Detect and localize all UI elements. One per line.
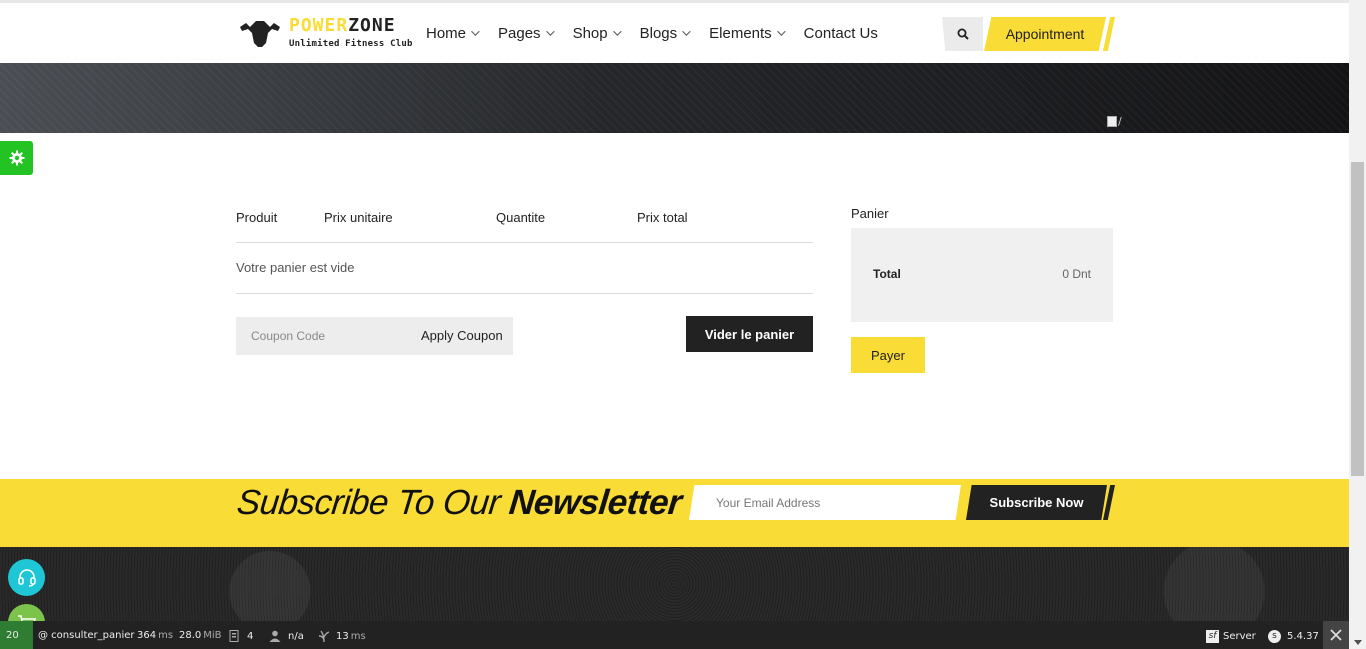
server-label: Server [1223, 631, 1256, 642]
footer-background [0, 547, 1349, 621]
logo[interactable]: POWERZONE Unlimited Fitness Club [236, 15, 412, 55]
chevron-down-icon [612, 27, 622, 36]
page: POWERZONE Unlimited Fitness Club Home Pa… [0, 0, 1366, 649]
scroll-down-arrow-icon[interactable] [1354, 640, 1362, 645]
subscribe-button[interactable]: Subscribe Now [966, 485, 1107, 520]
logo-tagline: Unlimited Fitness Club [289, 39, 413, 49]
newsletter-title: Subscribe To Our Newsletter [235, 483, 684, 523]
nav-item-elements[interactable]: Elements [709, 23, 786, 43]
cart-summary-box: Total 0 Dnt [851, 228, 1113, 322]
server-info[interactable]: sf Server [1206, 630, 1256, 643]
symfony-logo-icon: s [1268, 630, 1281, 643]
symfony-flex-icon: sf [1206, 630, 1219, 643]
pay-button[interactable]: Payer [851, 337, 925, 373]
page-scrollbar[interactable] [1349, 0, 1366, 649]
memory-value: 28.0 [179, 630, 202, 641]
render-time-unit: ms [350, 630, 366, 642]
site-header: POWERZONE Unlimited Fitness Club Home Pa… [0, 0, 1349, 63]
nav-item-pages[interactable]: Pages [498, 23, 555, 43]
request-time[interactable]: 364 ms [137, 630, 173, 641]
chevron-down-icon [471, 27, 480, 36]
total-value: 0 Dnt [1062, 267, 1091, 281]
newsletter-title-bold: Newsletter [507, 483, 684, 522]
security-user[interactable]: n/a [269, 630, 304, 642]
bodybuilder-logo-icon [240, 21, 280, 47]
chevron-down-icon [545, 27, 555, 36]
nav-label: Elements [709, 24, 772, 42]
column-header-total-price: Prix total [637, 210, 688, 225]
twig-icon [319, 630, 330, 642]
newsletter-email-wrap [689, 485, 961, 520]
status-code: 20 [6, 630, 19, 641]
twig-render-time[interactable]: 13 ms [319, 630, 366, 642]
memory-usage[interactable]: 28.0 MiB [179, 630, 222, 641]
nav-label: Shop [572, 24, 608, 42]
db-queries-count: 4 [247, 630, 254, 642]
symfony-version-value: 5.4.37 [1287, 631, 1319, 642]
main-nav: Home Pages Shop Blogs Elements Contact U… [426, 23, 899, 43]
settings-toggle[interactable] [0, 141, 33, 175]
apply-coupon-button[interactable]: Apply Coupon [421, 328, 503, 343]
chevron-down-icon [682, 27, 691, 36]
close-icon [1330, 629, 1342, 641]
symfony-debug-toolbar: 20 @ consulter_panier 364 ms 28.0 MiB 4 n/… [0, 621, 1349, 649]
nav-label: Home [426, 24, 467, 42]
nav-item-blogs[interactable]: Blogs [639, 23, 691, 43]
request-time-unit: ms [158, 630, 174, 641]
nav-item-shop[interactable]: Shop [572, 23, 622, 43]
user-value: n/a [288, 630, 304, 642]
db-queries[interactable]: 4 [229, 630, 253, 642]
logo-title: POWERZONE [289, 15, 396, 36]
total-label: Total [873, 267, 901, 281]
broken-image-alt: / [1118, 115, 1122, 128]
headset-icon [17, 568, 36, 587]
newsletter-email-input[interactable] [689, 485, 961, 520]
clear-cart-button[interactable]: Vider le panier [686, 316, 813, 352]
coupon-form: Apply Coupon [236, 317, 513, 355]
empty-cart-message: Votre panier est vide [236, 260, 355, 275]
newsletter-title-light: Subscribe To Our [235, 483, 503, 522]
nav-label: Contact Us [803, 24, 878, 42]
nav-label: Pages [498, 24, 541, 42]
coupon-code-input[interactable] [236, 317, 406, 355]
support-chat-button[interactable] [8, 559, 45, 596]
page-banner: / [0, 63, 1349, 133]
render-time-value: 13 [336, 630, 349, 642]
cart-summary-title: Panier [851, 206, 889, 221]
nav-label: Blogs [639, 24, 678, 42]
newsletter-section: Subscribe To Our Newsletter Subscribe No… [0, 479, 1349, 547]
column-header-unit-price: Prix unitaire [324, 210, 393, 225]
column-header-product: Produit [236, 210, 278, 225]
nav-item-home[interactable]: Home [426, 23, 480, 43]
nav-item-contact[interactable]: Contact Us [804, 23, 878, 43]
database-icon [229, 630, 239, 642]
user-icon [269, 630, 281, 642]
toolbar-close-button[interactable] [1323, 621, 1349, 649]
broken-image-icon [1107, 116, 1117, 127]
table-divider [236, 293, 813, 294]
search-button[interactable] [942, 17, 983, 51]
search-icon [957, 28, 969, 40]
chevron-down-icon [776, 27, 786, 36]
scrollbar-thumb[interactable] [1351, 162, 1364, 476]
table-divider [236, 242, 813, 243]
symfony-version[interactable]: s 5.4.37 [1268, 630, 1319, 643]
broken-image: / [1107, 115, 1122, 128]
request-time-value: 364 [137, 630, 157, 641]
gear-icon [9, 150, 24, 166]
appointment-button[interactable]: Appointment [984, 17, 1106, 51]
memory-unit: MiB [203, 630, 222, 641]
column-header-quantity: Quantite [496, 210, 546, 225]
route-name[interactable]: @ consulter_panier [38, 630, 135, 641]
